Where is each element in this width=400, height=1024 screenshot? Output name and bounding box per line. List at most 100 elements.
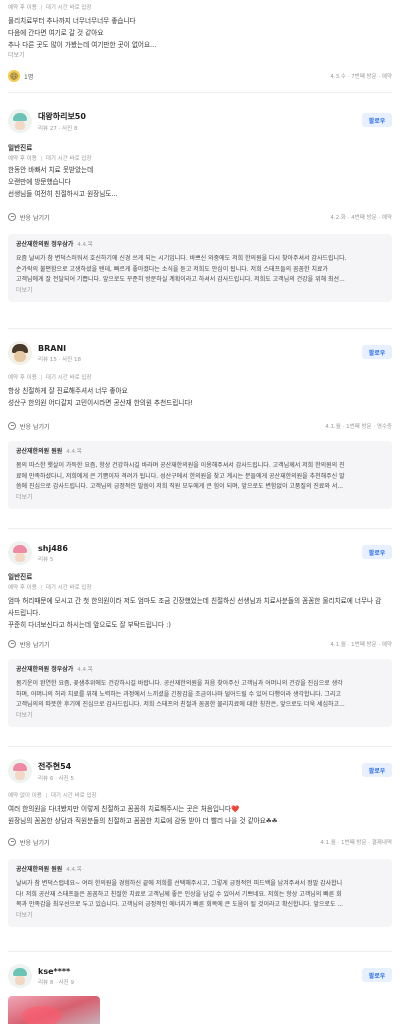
owner-reply-date: 4.4.목 xyxy=(77,242,93,248)
reviewer-stats: 리뷰 8 · 사진 9 xyxy=(38,979,74,986)
review-text-line: 추나 다른 곳도 많이 가봤는데 여기만한 곳이 없어요... xyxy=(8,41,157,49)
meta-divider xyxy=(45,792,47,798)
avatar[interactable] xyxy=(8,341,32,365)
owner-name: 공산재한의원 원원 xyxy=(16,866,63,873)
smile-outline-icon xyxy=(8,640,16,648)
review-card: 대왕하리보50 리뷰 27 · 사진 8 팔로우 일반진료 예약 후 이용 대기… xyxy=(0,93,400,303)
review-card: shj486 리뷰 5 팔로우 일반진료 예약 후 이용 대기 시간 바로 입장… xyxy=(0,529,400,729)
visit-type: 예약 후 이용 xyxy=(8,375,37,381)
follow-button[interactable]: 팔로우 xyxy=(362,345,392,359)
smile-outline-icon xyxy=(8,422,16,430)
owner-reply-line: 복과 만족감을 최우선으로 두고 있습니다. 고객님의 긍정적인 에너지가 빠른… xyxy=(16,901,344,908)
reviewer-header: BRANI 리뷰 15 · 사진 18 팔로우 xyxy=(8,339,392,367)
review-text-line: 선생님들 여전히 친절하시고 원장님도... xyxy=(8,190,118,198)
visit-meta: 예약 후 이용 대기 시간 바로 입장 xyxy=(8,373,392,381)
review-text-line: 원장님의 꼼꼼한 상담과 직원분들의 친절하고 꼼꼼한 치료에 감동 받아 더 … xyxy=(8,817,278,825)
reviewer-name[interactable]: BRANI xyxy=(38,344,81,353)
owner-reply-line: 료에 만족하셨다니, 저희에게 큰 기쁨이자 격려가 됩니다. 성산구에서 한의… xyxy=(16,472,345,480)
owner-reply-line: 하며, 어머니의 허리 치료를 위해 노력하는 과정에서 느끼셨을 긴장감을 조… xyxy=(16,690,341,698)
visit-type: 예약 후 이용 xyxy=(8,585,37,591)
reaction-row: 😄 1명 4.3.수 · 7번째 방문 · 예약 xyxy=(8,70,392,82)
owner-reply-line: 요즘 날씨가 참 변덕스러워서 호신하기에 신경 쓰게 되는 시기입니다. 바쁘… xyxy=(16,255,347,262)
leave-reaction-button[interactable]: 반응 남기기 xyxy=(8,213,50,222)
avatar[interactable] xyxy=(8,541,32,565)
more-link[interactable]: 더보기 xyxy=(8,51,392,61)
more-link[interactable]: 더보기 xyxy=(16,711,384,721)
reviewer-header: 전주현54 리뷰 6 · 사진 5 팔로우 xyxy=(8,757,392,785)
leave-reaction-button[interactable]: 반응 남기기 xyxy=(8,422,50,431)
reviewer-name[interactable]: kse**** xyxy=(38,967,74,976)
owner-reply: 공산재한의원 정우삼가 4.4.목 봄기운이 완연한 요즘, 꽃샘추위에도 건강… xyxy=(8,659,392,727)
more-link[interactable]: 더보기 xyxy=(16,911,384,921)
review-card: BRANI 리뷰 15 · 사진 18 팔로우 예약 후 이용 대기 시간 바로… xyxy=(0,329,400,519)
avatar[interactable] xyxy=(8,759,32,783)
reviewer-name[interactable]: 대왕하리보50 xyxy=(38,111,86,122)
reaction-summary[interactable]: 😄 1명 xyxy=(8,70,33,82)
meta-divider xyxy=(40,584,42,590)
wait-time: 대기 시간 바로 입장 xyxy=(45,5,92,11)
owner-reply-date: 4.4.목 xyxy=(77,667,93,673)
leave-reaction-label: 반응 남기기 xyxy=(20,839,50,847)
visit-type: 예약 후 이용 xyxy=(8,5,37,11)
more-link[interactable]: 더보기 xyxy=(16,286,384,296)
owner-reply-line: 봄의 따스한 햇살이 가득한 요즘, 항상 건강하시길 바라며 공산재한의원을 … xyxy=(16,462,345,469)
owner-reply-line: 날씨가 참 변덕스럽네요~ 여러 한의원을 경험하신 끝에 저희를 선택해주시고… xyxy=(16,880,343,887)
avatar[interactable] xyxy=(8,109,32,133)
review-text-line: 물리치료부터 추나까지 너무너무너무 좋습니다 xyxy=(8,17,136,25)
leave-reaction-label: 반응 남기기 xyxy=(20,214,50,222)
follow-button[interactable]: 팔로우 xyxy=(362,113,392,127)
owner-reply: 공산재한의원 정우삼가 4.4.목 요즘 날씨가 참 변덕스러워서 호신하기에 … xyxy=(8,234,392,302)
owner-reply-line: 손가락의 불편함으로 고생하셨을 텐데, 빠르게 좋아졌다는 소식을 듣고 저희… xyxy=(16,265,329,273)
reviewer-stats: 리뷰 27 · 사진 8 xyxy=(38,125,78,132)
follow-button[interactable]: 팔로우 xyxy=(362,763,392,777)
reviewer-name[interactable]: 전주현54 xyxy=(38,761,74,772)
review-text-line: 오랜만에 방문했습니다 xyxy=(8,178,71,186)
review-text-line: 사드립니다. xyxy=(8,609,41,617)
review-text-line: 성산구 한의원 어디갈지 고민이시라면 공산재 한의원 추천드립니다! xyxy=(8,399,194,407)
meta-divider xyxy=(40,4,42,10)
reviewer-header: shj486 리뷰 5 팔로우 xyxy=(8,539,392,567)
review-text-line: 꾸준히 다녀보신다고 하시는데 앞으로도 잘 부탁드립니다 :) xyxy=(8,621,171,629)
owner-reply-line: 고객님에게 잘 전달되어 기쁩니다. 앞으로도 꾸준히 방문하실 계획이라고 하… xyxy=(16,276,345,283)
reviewer-header: kse**** 리뷰 8 · 사진 9 팔로우 xyxy=(8,962,392,990)
follow-button[interactable]: 팔로우 xyxy=(362,968,392,982)
owner-reply-date: 4.4.목 xyxy=(66,449,82,455)
owner-reply-line: 봄기운이 완연한 요즘, 꽃샘추위에도 건강하시길 바랍니다. 공산재한의원을 … xyxy=(16,680,343,687)
reviewer-header: 대왕하리보50 리뷰 27 · 사진 8 팔로우 xyxy=(8,107,392,135)
visit-date: 4.1.월 · 1번째 방문 · 영수증 xyxy=(325,424,392,430)
treatment-category: 일반진료 xyxy=(8,144,33,152)
visit-meta: 예약 없이 이용 대기 시간 바로 입장 xyxy=(8,791,392,799)
wait-time: 대기 시간 바로 입장 xyxy=(45,585,92,591)
meta-divider xyxy=(40,374,42,380)
follow-button[interactable]: 팔로우 xyxy=(362,545,392,559)
owner-name: 공산재한의원 원원 xyxy=(16,448,63,455)
visit-type: 예약 후 이용 xyxy=(8,156,37,162)
review-card: 전주현54 리뷰 6 · 사진 5 팔로우 예약 없이 이용 대기 시간 바로 … xyxy=(0,747,400,937)
visit-date: 4.1.월 · 1번째 방문 · 결제내역 xyxy=(320,840,392,846)
reviewer-stats: 리뷰 15 · 사진 18 xyxy=(38,356,81,363)
review-list-page: 예약 후 이용 대기 시간 바로 입장 물리치료부터 추나까지 너무너무너무 좋… xyxy=(0,0,400,1024)
visit-date: 4.3.수 · 7번째 방문 · 예약 xyxy=(330,74,392,80)
review-text-line: 여러 한의원을 다녀봤지만 이렇게 친절하고 꼼꼼히 치료해주시는 곳은 처음입… xyxy=(8,805,240,813)
review-photo[interactable] xyxy=(8,996,100,1024)
leave-reaction-button[interactable]: 반응 남기기 xyxy=(8,838,50,847)
more-link[interactable]: 더보기 xyxy=(16,493,384,503)
visit-date: 4.1.월 · 1번째 방문 · 예약 xyxy=(330,642,392,648)
leave-reaction-button[interactable]: 반응 남기기 xyxy=(8,640,50,649)
review-footer: 반응 남기기 4.1.월 · 1번째 방문 · 결제내역 xyxy=(8,833,392,851)
treatment-category: 일반진료 xyxy=(8,573,33,581)
wait-time: 대기 시간 바로 입장 xyxy=(45,375,92,381)
visit-date: 4.2.화 · 4번째 방문 · 예약 xyxy=(330,215,392,221)
owner-name: 공산재한의원 정우삼가 xyxy=(16,241,74,248)
reviewer-name[interactable]: shj486 xyxy=(38,544,68,553)
owner-reply-line: 다! 저희 공산재 스태프들은 꼼꼼하고 친절한 치료로 고객님께 좋은 인상을… xyxy=(16,890,342,898)
owner-reply: 공산재한의원 원원 4.4.목 봄의 따스한 햇살이 가득한 요즘, 항상 건강… xyxy=(8,441,392,509)
leave-reaction-label: 반응 남기기 xyxy=(20,423,50,431)
smile-emoji-icon: 😄 xyxy=(8,70,20,82)
owner-reply: 공산재한의원 원원 4.4.목 날씨가 참 변덕스럽네요~ 여러 한의원을 경험… xyxy=(8,859,392,927)
avatar[interactable] xyxy=(8,964,32,988)
review-footer: 반응 남기기 4.2.화 · 4번째 방문 · 예약 xyxy=(8,208,392,226)
smile-outline-icon xyxy=(8,213,16,221)
visit-type: 예약 없이 이용 xyxy=(8,793,42,799)
wait-time: 대기 시간 바로 입장 xyxy=(45,156,92,162)
